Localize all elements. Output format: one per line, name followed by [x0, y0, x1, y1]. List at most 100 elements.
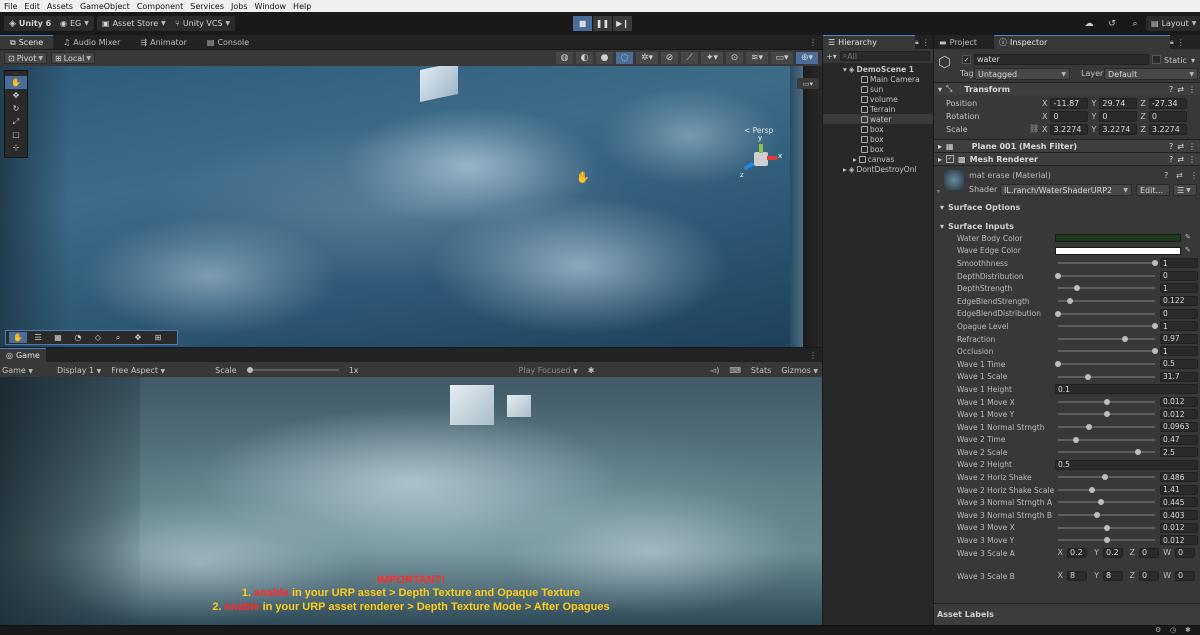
asset-labels-bar[interactable]: Asset Labels: [934, 603, 1200, 625]
tag-dropdown[interactable]: Untagged ▼: [974, 68, 1070, 80]
shader-dropdown[interactable]: IL.ranch/WaterShaderURP2 ▼: [1000, 184, 1132, 196]
wave-1-scale-slider-track[interactable]: [1058, 375, 1155, 378]
search-icon[interactable]: ⌕: [109, 332, 127, 343]
wave-1-move-y-value-field[interactable]: 0.012: [1160, 409, 1198, 420]
help-icon[interactable]: ?: [1169, 142, 1173, 151]
tab-scene[interactable]: ⧉ Scene: [0, 35, 54, 49]
opague-level-value-field[interactable]: 1: [1160, 321, 1198, 332]
wave-3-normal-strngth-a-slider-track[interactable]: [1058, 501, 1155, 504]
tab-animator[interactable]: ⇶ Animator: [130, 35, 196, 49]
add-icon[interactable]: +▾: [826, 52, 837, 61]
menu-jobs[interactable]: Jobs: [231, 2, 248, 11]
surface-options-foldout[interactable]: ▾ Surface Options: [934, 201, 1200, 213]
scale-slider[interactable]: [246, 366, 339, 374]
display-dropdown[interactable]: Display 1 ▼: [57, 366, 101, 375]
transform-header[interactable]: ▾ ⤡ Transform ? ⇄ ⋮: [934, 82, 1200, 95]
list-item[interactable]: box: [823, 124, 933, 134]
stats-button[interactable]: Stats: [751, 366, 771, 375]
more-options-icon[interactable]: ⋮: [919, 38, 930, 47]
tab-game[interactable]: ◎ Game: [0, 348, 46, 362]
list-item[interactable]: Main Camera: [823, 74, 933, 84]
wave-1-time-slider-knob[interactable]: [1055, 360, 1061, 367]
water-body-color-color-swatch[interactable]: [1055, 234, 1181, 242]
more-options-icon[interactable]: ⋮: [1188, 85, 1200, 94]
more-options-icon[interactable]: ⋮: [1188, 155, 1200, 164]
dontdestroy-item[interactable]: ▸ ◈ DontDestroyOnl: [823, 164, 933, 174]
more-options-icon[interactable]: ⋮: [809, 351, 822, 360]
hand-tool-icon[interactable]: ✋: [5, 76, 27, 89]
grid-icon[interactable]: ▦: [49, 332, 67, 343]
unity-version-button[interactable]: ◈ Unity 6: [4, 16, 57, 31]
wave-1-time-value-field[interactable]: 0.5: [1160, 358, 1198, 369]
link-icon[interactable]: ⛓: [1029, 124, 1039, 133]
wave-3-move-y-slider-knob[interactable]: [1104, 537, 1111, 544]
menu-window[interactable]: Window: [255, 2, 287, 11]
account-dropdown[interactable]: ◉ EG ▼: [55, 16, 94, 31]
fx-icon[interactable]: ✦▾: [701, 52, 723, 64]
camera-icon[interactable]: ▭▾: [771, 52, 793, 64]
wave-2-height-field[interactable]: 0.5: [1055, 459, 1198, 470]
scene-camera-button[interactable]: ▭▾: [797, 78, 819, 89]
gizmos-dropdown[interactable]: Gizmos ▼: [781, 366, 822, 375]
orientation-gizmo[interactable]: y x z: [738, 134, 784, 184]
list-item[interactable]: ▸ canvas: [823, 154, 933, 164]
layout-dropdown[interactable]: ▤ Layout ▼: [1146, 16, 1200, 31]
menu-help[interactable]: Help: [293, 2, 311, 11]
game-mode-dropdown[interactable]: Game ▼: [2, 366, 33, 375]
aspect-dropdown[interactable]: Free Aspect ▼: [111, 366, 165, 375]
list-item[interactable]: volume: [823, 94, 933, 104]
object-name-field[interactable]: water: [974, 54, 1149, 65]
help-icon[interactable]: ?: [1169, 155, 1173, 164]
wave-2-horiz-shake-value-field[interactable]: 0.486: [1160, 472, 1198, 483]
smoothhness-value-field[interactable]: 1: [1160, 258, 1198, 269]
preset-icon[interactable]: ⇄: [1177, 142, 1184, 151]
network-icon[interactable]: ⚙: [1155, 626, 1161, 634]
wave-3-move-x-value-field[interactable]: 0.012: [1160, 522, 1198, 533]
position-y-field[interactable]: 29.74: [1099, 98, 1138, 109]
wave-3-normal-strngth-b-slider-track[interactable]: [1058, 514, 1155, 517]
menu-services[interactable]: Services: [190, 2, 224, 11]
vcs-dropdown[interactable]: ⑂ Unity VCS ▼: [170, 16, 236, 31]
progress-icon[interactable]: ◷: [1170, 626, 1176, 634]
move-tool-icon[interactable]: ✥: [5, 89, 27, 102]
audio-toggle-icon[interactable]: ⟋: [681, 52, 698, 64]
eyedropper-icon[interactable]: ✎: [1185, 233, 1191, 241]
depthstrength-slider-knob[interactable]: [1074, 285, 1081, 292]
preset-icon[interactable]: ⇄: [1177, 85, 1184, 94]
debug-draw-icon[interactable]: ✲▾: [636, 52, 658, 64]
local-dropdown[interactable]: ⊞ Local ▼: [50, 52, 96, 64]
transform-tool-icon[interactable]: ⊹: [5, 141, 27, 154]
scale-b-y-field[interactable]: 8: [1103, 570, 1123, 581]
menu-edit[interactable]: Edit: [24, 2, 40, 11]
scale-y-field[interactable]: 3.2274: [1099, 124, 1138, 135]
preset-icon[interactable]: ⇄: [1177, 155, 1184, 164]
edgeblenddistribution-slider-track[interactable]: [1058, 312, 1155, 315]
history-icon[interactable]: ↺: [1103, 16, 1121, 31]
wave-3-normal-strngth-a-value-field[interactable]: 0.445: [1160, 497, 1198, 508]
wave-3-normal-strngth-b-slider-knob[interactable]: [1093, 512, 1100, 519]
scale-b-w-field[interactable]: 0: [1175, 570, 1195, 581]
cloud-icon[interactable]: ☁: [1080, 16, 1098, 31]
depthdistribution-slider-knob[interactable]: [1055, 272, 1061, 279]
pan-icon[interactable]: ⊞: [149, 332, 167, 343]
list-item[interactable]: sun: [823, 84, 933, 94]
rotate-tool-icon[interactable]: ↻: [5, 102, 27, 115]
refraction-slider-knob[interactable]: [1121, 335, 1128, 342]
scale-a-x-field[interactable]: 0.2: [1067, 547, 1087, 558]
edgeblendstrength-value-field[interactable]: 0.122: [1160, 295, 1198, 306]
more-options-icon[interactable]: ⋮: [1190, 171, 1198, 180]
wave-3-move-x-slider-knob[interactable]: [1104, 524, 1111, 531]
wave-3-normal-strngth-b-value-field[interactable]: 0.403: [1160, 510, 1198, 521]
scale-b-x-field[interactable]: 8: [1067, 570, 1087, 581]
visibility-icon[interactable]: ⊙: [726, 52, 743, 64]
smoothhness-slider-track[interactable]: [1058, 262, 1155, 265]
wave-1-normal-strngth-slider-knob[interactable]: [1086, 423, 1093, 430]
pause-button[interactable]: ❚❚: [593, 16, 612, 31]
search-icon[interactable]: ⌕: [1126, 16, 1144, 31]
smoothhness-slider-knob[interactable]: [1152, 260, 1158, 267]
depthdistribution-value-field[interactable]: 0: [1160, 270, 1198, 281]
wave-1-move-x-value-field[interactable]: 0.012: [1160, 396, 1198, 407]
mesh-renderer-header[interactable]: ▸ ✓ ▩ Mesh Renderer ? ⇄ ⋮: [934, 152, 1200, 165]
wave-2-horiz-shake-scale-slider-track[interactable]: [1058, 488, 1155, 491]
scale-slider-knob[interactable]: [246, 367, 253, 373]
